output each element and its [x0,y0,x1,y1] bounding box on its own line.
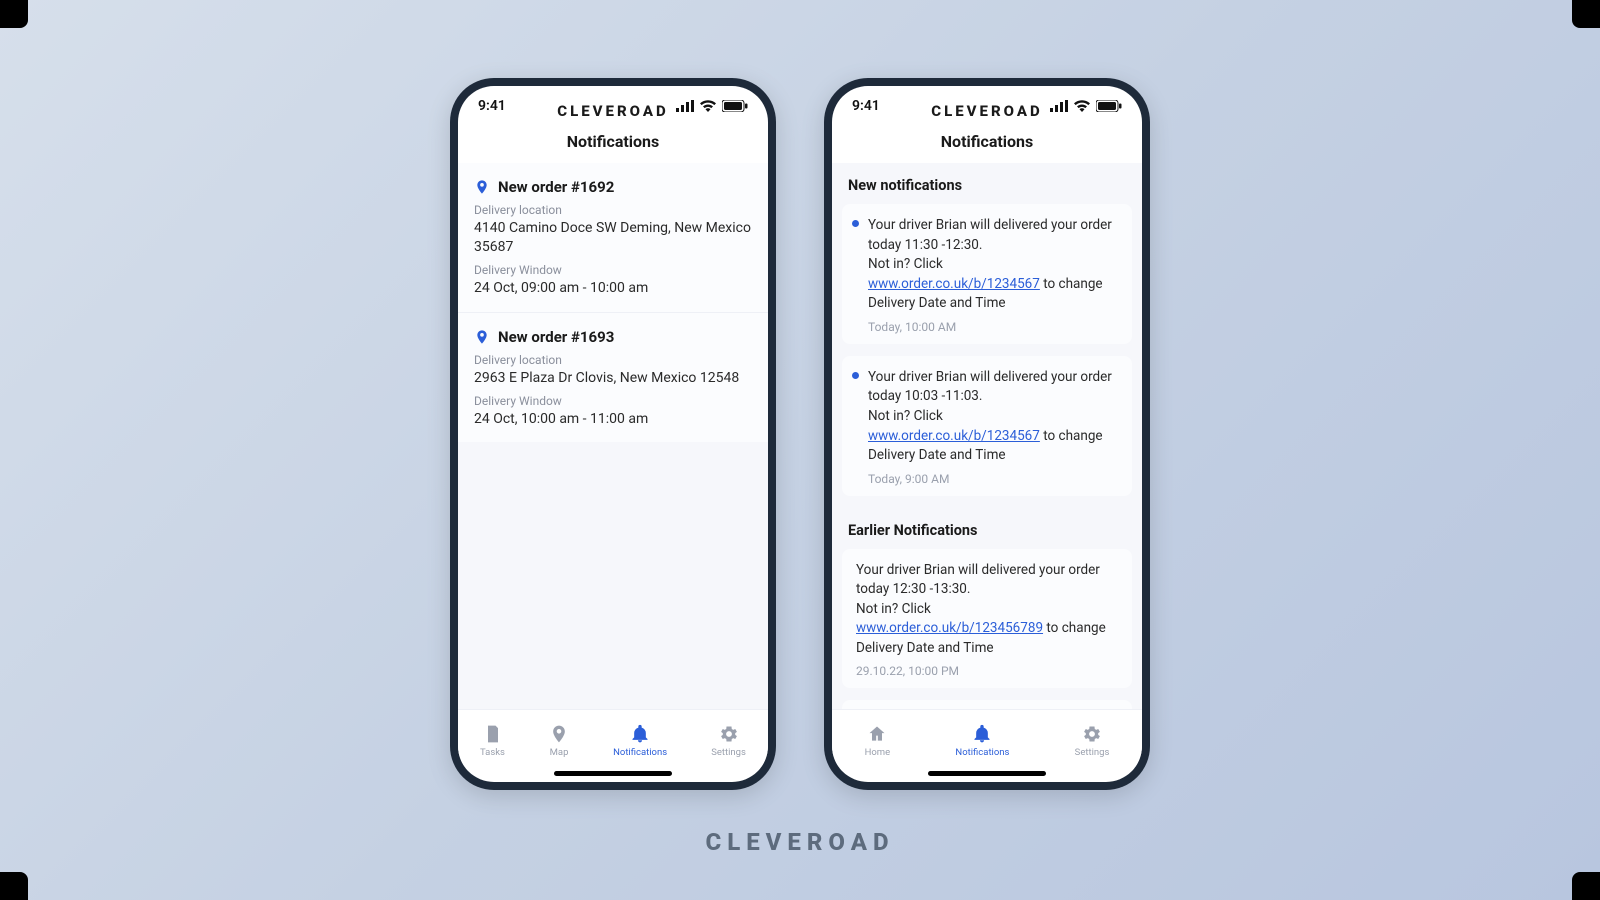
tasks-icon [483,724,503,744]
section-new-header: New notifications [832,163,1142,204]
notif-prefix: Not in? Click [856,601,931,617]
bottom-nav-left: Tasks Map Notifications Settings [458,709,768,771]
nav-label: Notifications [955,747,1009,758]
pin-icon [474,327,490,347]
order-location: 4140 Camino Doce SW Deming, New Mexico 3… [474,219,752,257]
label-delivery-window: Delivery Window [474,394,752,408]
bell-icon [630,724,650,744]
bell-icon [972,724,992,744]
nav-notifications[interactable]: Notifications [949,720,1015,762]
nav-label: Home [865,747,891,758]
notif-prefix: Not in? Click [868,256,943,272]
notif-link[interactable]: www.order.co.uk/b/1234567 [868,276,1040,292]
notif-link[interactable]: www.order.co.uk/b/123456789 [856,620,1043,636]
brand: CLEVEROAD [458,102,768,120]
section-earlier-header: Earlier Notifications [832,508,1142,549]
order-card[interactable]: New order #1692 Delivery location 4140 C… [458,163,768,312]
brand: CLEVEROAD [832,102,1142,120]
nav-label: Map [550,747,569,758]
home-indicator [928,771,1046,776]
order-window: 24 Oct, 10:00 am - 11:00 am [474,410,752,429]
label-delivery-window: Delivery Window [474,263,752,277]
nav-settings[interactable]: Settings [1069,720,1116,762]
notif-line1: Your driver Brian will delivered your or… [868,217,1112,253]
notification-text: Your driver Brian will delivered your or… [856,561,1118,659]
content-right: New notifications Your driver Brian will… [832,163,1142,709]
pin-icon [474,177,490,197]
screen-right: 9:41 CLEVEROAD Notifications New notific… [832,86,1142,782]
notif-line1: Your driver Brian will delivered your or… [868,369,1112,405]
nav-label: Settings [1075,747,1110,758]
notification-item[interactable]: Your driver Brian will delivered your or… [842,356,1132,496]
gear-icon [1082,724,1102,744]
page-title: Notifications [832,132,1142,163]
nav-notifications[interactable]: Notifications [607,720,673,762]
nav-label: Tasks [480,747,505,758]
label-delivery-location: Delivery location [474,203,752,217]
phone-right: 9:41 CLEVEROAD Notifications New notific… [824,78,1150,790]
notif-link[interactable]: www.order.co.uk/b/1234567 [868,428,1040,444]
decor-corner [0,872,28,900]
notification-item[interactable]: Your driver Brian will delivered your or… [842,549,1132,689]
footer-brand: CLEVEROAD [705,828,894,856]
order-title: New order #1692 [498,178,614,196]
nav-tasks[interactable]: Tasks [474,720,511,762]
nav-home[interactable]: Home [859,720,897,762]
phone-left: 9:41 CLEVEROAD Notifications New order #… [450,78,776,790]
notification-timestamp: Today, 10:00 AM [868,320,1118,334]
decor-corner [1572,872,1600,900]
label-delivery-location: Delivery location [474,353,752,367]
notification-item[interactable]: Your driver Brian will delivered your or… [842,700,1132,709]
notification-text: Your driver Brian will delivered your or… [868,216,1118,314]
home-icon [867,724,887,744]
home-indicator [554,771,672,776]
notification-timestamp: 29.10.22, 10:00 PM [856,664,1118,678]
order-window: 24 Oct, 09:00 am - 10:00 am [474,279,752,298]
nav-label: Settings [711,747,746,758]
notif-line1: Your driver Brian will delivered your or… [856,562,1100,598]
page-title: Notifications [458,132,768,163]
nav-map[interactable]: Map [543,720,575,762]
order-title: New order #1693 [498,328,614,346]
notif-prefix: Not in? Click [868,408,943,424]
order-location: 2963 E Plaza Dr Clovis, New Mexico 12548 [474,369,752,388]
nav-label: Notifications [613,747,667,758]
map-pin-icon [549,724,569,744]
bottom-nav-right: Home Notifications Settings [832,709,1142,771]
content-left: New order #1692 Delivery location 4140 C… [458,163,768,709]
notification-item[interactable]: Your driver Brian will delivered your or… [842,204,1132,344]
screen-left: 9:41 CLEVEROAD Notifications New order #… [458,86,768,782]
order-card[interactable]: New order #1693 Delivery location 2963 E… [458,312,768,443]
nav-settings[interactable]: Settings [705,720,752,762]
gear-icon [719,724,739,744]
notification-text: Your driver Brian will delivered your or… [868,368,1118,466]
notification-timestamp: Today, 9:00 AM [868,472,1118,486]
